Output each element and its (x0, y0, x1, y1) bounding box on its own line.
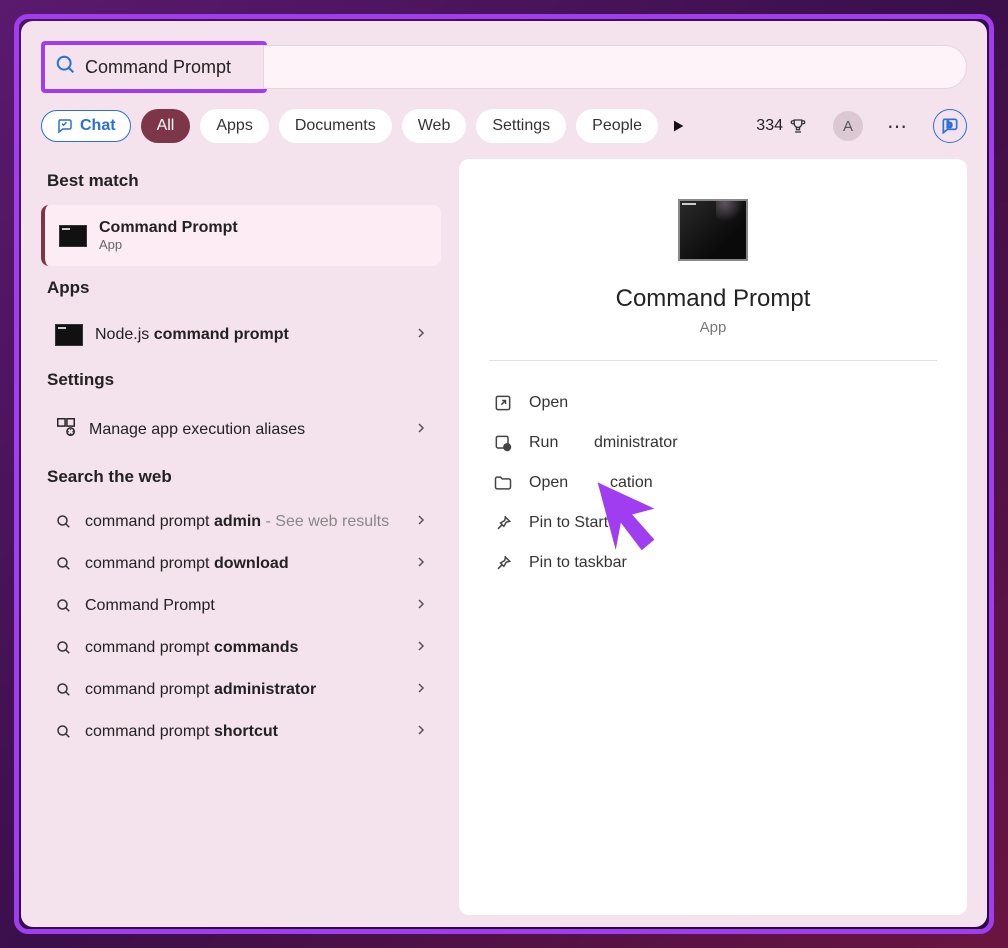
filter-people[interactable]: People (576, 109, 658, 143)
search-icon (55, 639, 73, 657)
preview-panel: Command Prompt App Open Run as Administr… (459, 159, 967, 915)
web-result[interactable]: command prompt shortcut (41, 711, 441, 753)
search-input[interactable] (77, 45, 257, 89)
settings-header: Settings (47, 370, 441, 390)
web-result[interactable]: command prompt admin - See web results (41, 501, 441, 543)
chat-tab[interactable]: Chat (41, 110, 131, 142)
best-match-header: Best match (47, 171, 441, 191)
settings-result-aliases[interactable]: Manage app execution aliases (41, 404, 441, 455)
chevron-right-icon (415, 326, 427, 344)
action-pin-taskbar[interactable]: Pin to taskbar (489, 543, 937, 583)
search-bar-extension[interactable] (263, 45, 967, 89)
preview-title: Command Prompt (489, 285, 937, 313)
app-result-nodejs[interactable]: Node.js command prompt (41, 312, 441, 358)
action-open[interactable]: Open (489, 383, 937, 423)
user-avatar[interactable]: A (833, 111, 863, 141)
web-result[interactable]: command prompt commands (41, 627, 441, 669)
web-result[interactable]: Command Prompt (41, 585, 441, 627)
pin-icon (493, 553, 513, 573)
chat-label: Chat (80, 117, 116, 135)
pin-icon (493, 513, 513, 533)
chevron-right-icon (415, 555, 427, 573)
preview-subtitle: App (489, 319, 937, 336)
best-match-item[interactable]: Command Prompt App (41, 205, 441, 266)
shield-admin-icon (493, 433, 513, 453)
bing-chat-icon[interactable]: b (933, 109, 967, 143)
chevron-right-icon (415, 597, 427, 615)
action-pin-start[interactable]: Pin to Start (489, 503, 937, 543)
command-prompt-large-icon (678, 199, 748, 261)
search-icon (55, 681, 73, 699)
nodejs-prompt-icon (55, 324, 83, 346)
filter-documents[interactable]: Documents (279, 109, 392, 143)
best-match-title: Command Prompt (99, 219, 238, 237)
chevron-right-icon (415, 723, 427, 741)
search-icon (55, 54, 77, 81)
web-result[interactable]: command prompt administrator (41, 669, 441, 711)
chevron-right-icon (415, 681, 427, 699)
best-match-subtitle: App (99, 237, 238, 252)
search-window: Chat All Apps Documents Web Settings Peo… (21, 21, 987, 927)
search-icon (55, 555, 73, 573)
apps-header: Apps (47, 278, 441, 298)
svg-text:b: b (947, 120, 953, 130)
filter-apps[interactable]: Apps (200, 109, 268, 143)
overflow-play-icon[interactable] (668, 116, 688, 136)
results-panel: Best match Command Prompt App Apps Node.… (41, 159, 441, 915)
action-open-location[interactable]: Open file location (489, 463, 937, 503)
command-prompt-icon (59, 225, 87, 247)
filter-settings[interactable]: Settings (476, 109, 566, 143)
filter-row: Chat All Apps Documents Web Settings Peo… (41, 109, 967, 143)
search-highlight-box (41, 41, 267, 93)
open-icon (493, 393, 513, 413)
web-header: Search the web (47, 467, 441, 487)
folder-icon (493, 473, 513, 493)
app-aliases-icon (55, 416, 77, 443)
search-icon (55, 723, 73, 741)
count-value: 334 (756, 117, 783, 135)
more-menu[interactable]: ⋯ (879, 114, 915, 139)
chevron-right-icon (415, 513, 427, 531)
web-result[interactable]: command prompt download (41, 543, 441, 585)
search-icon (55, 597, 73, 615)
trophy-icon (789, 117, 807, 135)
rewards-count[interactable]: 334 (756, 117, 807, 135)
action-run-admin[interactable]: Run as Administrator (489, 423, 937, 463)
filter-web[interactable]: Web (402, 109, 467, 143)
search-icon (55, 513, 73, 531)
filter-all[interactable]: All (141, 109, 191, 143)
chevron-right-icon (415, 639, 427, 657)
chevron-right-icon (415, 421, 427, 439)
